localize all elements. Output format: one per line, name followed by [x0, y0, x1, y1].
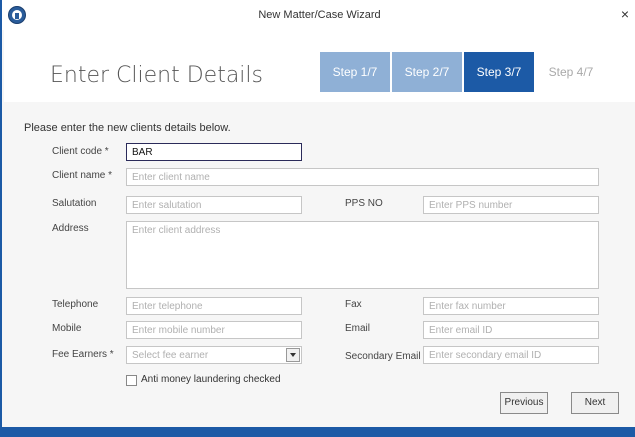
fax-label: Fax [345, 299, 362, 310]
client-code-input[interactable]: BAR [126, 143, 302, 161]
client-name-label: Client name * [52, 170, 113, 181]
salutation-input[interactable]: Enter salutation [126, 196, 302, 214]
pps-no-label: PPS NO [345, 198, 383, 209]
step-indicator: Step 1/7 Step 2/7 Step 3/7 Step 4/7 [320, 52, 608, 92]
close-icon[interactable]: × [621, 7, 629, 21]
address-input[interactable]: Enter client address [126, 221, 599, 289]
salutation-label: Salutation [52, 198, 97, 209]
fee-earner-placeholder: Select fee earner [132, 350, 209, 361]
secondary-email-label: Secondary Email [345, 351, 421, 362]
fax-input[interactable]: Enter fax number [423, 297, 599, 315]
mobile-input[interactable]: Enter mobile number [126, 321, 302, 339]
step-4: Step 4/7 [548, 65, 594, 79]
page-title: Enter Client Details [50, 63, 263, 88]
email-label: Email [345, 323, 371, 334]
client-name-input[interactable]: Enter client name [126, 168, 599, 186]
chevron-down-icon[interactable] [286, 348, 300, 362]
mobile-label: Mobile [52, 323, 82, 334]
wizard-header: Enter Client Details Step 1/7 Step 2/7 S… [4, 30, 635, 102]
email-input[interactable]: Enter email ID [423, 321, 599, 339]
previous-button[interactable]: Previous [500, 392, 548, 414]
step-2: Step 2/7 [392, 52, 462, 92]
pps-no-input[interactable]: Enter PPS number [423, 196, 599, 214]
wizard-window: New Matter/Case Wizard × Enter Client De… [0, 0, 635, 437]
step-3: Step 3/7 [464, 52, 534, 92]
next-button[interactable]: Next [571, 392, 619, 414]
telephone-input[interactable]: Enter telephone [126, 297, 302, 315]
fee-earner-select[interactable]: Select fee earner [126, 346, 302, 364]
title-bar: New Matter/Case Wizard × [2, 0, 635, 30]
telephone-label: Telephone [52, 299, 99, 310]
fee-earners-label: Fee Earners * [52, 349, 114, 360]
bottom-bar [0, 427, 635, 437]
wizard-footer: Previous Next [4, 387, 635, 427]
aml-checkbox-label: Anti money laundering checked [141, 374, 281, 385]
form-intro: Please enter the new clients details bel… [24, 122, 231, 134]
step-1: Step 1/7 [320, 52, 390, 92]
aml-checkbox[interactable] [126, 375, 137, 386]
secondary-email-input[interactable]: Enter secondary email ID [423, 346, 599, 364]
window-title: New Matter/Case Wizard [258, 9, 381, 21]
address-label: Address [52, 223, 89, 234]
client-code-label: Client code * [52, 146, 109, 157]
